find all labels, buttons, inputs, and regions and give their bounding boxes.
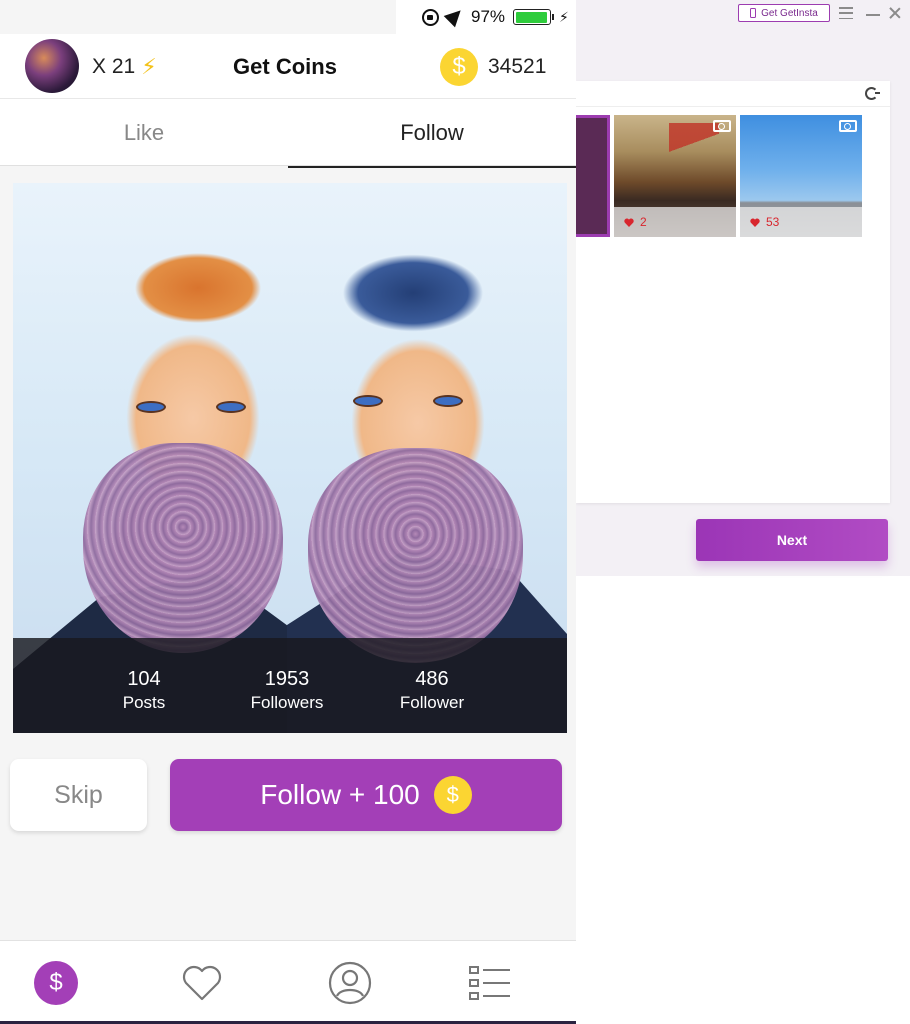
likes-count: 2 bbox=[640, 215, 647, 229]
media-thumbnail[interactable]: 53 bbox=[740, 115, 862, 237]
stat-label: Followers bbox=[250, 693, 324, 712]
skip-button[interactable]: Skip bbox=[10, 759, 147, 831]
video-camera-icon bbox=[713, 120, 731, 132]
photo-shape bbox=[353, 395, 463, 409]
photo-shape bbox=[83, 443, 283, 653]
stat-posts: 104 Posts bbox=[84, 668, 204, 713]
battery-icon bbox=[513, 9, 555, 25]
thumbnail-likes: 53 bbox=[740, 207, 862, 237]
status-bar: 97% ⚡ bbox=[396, 0, 576, 34]
profile-stats: 104 Posts 1953 Followers 486 Follower bbox=[13, 638, 567, 733]
nav-orders[interactable] bbox=[468, 961, 512, 1005]
photo-shape bbox=[308, 448, 523, 663]
minimize-icon[interactable] bbox=[866, 14, 880, 16]
heart-icon bbox=[750, 218, 760, 227]
app-header: X 21 ⚡ Get Coins $ 34521 bbox=[0, 34, 576, 98]
close-icon[interactable] bbox=[888, 6, 902, 20]
stat-following: 486 Follower bbox=[372, 668, 492, 713]
tab-follow[interactable]: Follow bbox=[288, 99, 576, 168]
heart-icon bbox=[624, 218, 634, 227]
media-panel-toolbar bbox=[576, 81, 890, 107]
battery-percent: 97% bbox=[471, 7, 506, 26]
follow-button-label: Follow + 100 bbox=[260, 779, 420, 810]
stat-followers: 1953 Followers bbox=[227, 668, 347, 713]
profile-icon bbox=[328, 961, 372, 1005]
follow-button[interactable]: Follow + 100 $ bbox=[170, 759, 562, 831]
stat-value: 486 bbox=[415, 668, 449, 690]
media-panel: 2 53 bbox=[576, 81, 890, 503]
location-arrow-icon bbox=[443, 4, 467, 28]
media-thumbnail[interactable]: 2 bbox=[614, 115, 736, 237]
photo-shape bbox=[136, 401, 246, 415]
get-getinsta-button[interactable]: Get GetInsta bbox=[738, 4, 830, 22]
desktop-window: Get GetInsta 2 53 Next bbox=[576, 0, 910, 576]
list-icon bbox=[469, 966, 510, 1000]
charging-bolt-icon: ⚡ bbox=[559, 8, 569, 25]
heart-icon bbox=[182, 965, 222, 1001]
nav-likes[interactable] bbox=[180, 961, 224, 1005]
menu-icon[interactable] bbox=[839, 7, 853, 19]
thumbnail-likes: 2 bbox=[614, 207, 736, 237]
phone-icon bbox=[750, 8, 757, 18]
phone-app: 97% ⚡ X 21 ⚡ Get Coins $ 34521 Like Foll… bbox=[0, 0, 576, 1024]
thumbnail-image bbox=[669, 123, 719, 153]
coin-icon: $ bbox=[440, 48, 478, 86]
profile-photo: 104 Posts 1953 Followers 486 Follower bbox=[13, 183, 567, 733]
stat-value: 104 bbox=[127, 668, 161, 690]
next-button[interactable]: Next bbox=[696, 519, 888, 561]
bottom-nav: $ bbox=[0, 940, 576, 1024]
video-camera-icon bbox=[839, 120, 857, 132]
desktop-titlebar: Get GetInsta bbox=[576, 0, 910, 28]
coins-icon: $ bbox=[34, 961, 78, 1005]
likes-count: 53 bbox=[766, 215, 780, 229]
media-thumbnail[interactable] bbox=[576, 115, 610, 237]
get-getinsta-label: Get GetInsta bbox=[761, 7, 818, 19]
nav-profile[interactable] bbox=[328, 961, 372, 1005]
nav-get-coins[interactable]: $ bbox=[34, 961, 78, 1005]
stat-label: Follower bbox=[399, 693, 465, 712]
stat-value: 1953 bbox=[264, 668, 310, 690]
stat-label: Posts bbox=[122, 693, 166, 712]
coin-balance: 34521 bbox=[488, 55, 547, 78]
coin-icon: $ bbox=[433, 776, 472, 814]
tab-bar: Like Follow bbox=[0, 98, 576, 168]
tab-like[interactable]: Like bbox=[0, 99, 288, 167]
refresh-icon[interactable] bbox=[865, 87, 880, 100]
rotation-lock-icon bbox=[422, 8, 439, 26]
